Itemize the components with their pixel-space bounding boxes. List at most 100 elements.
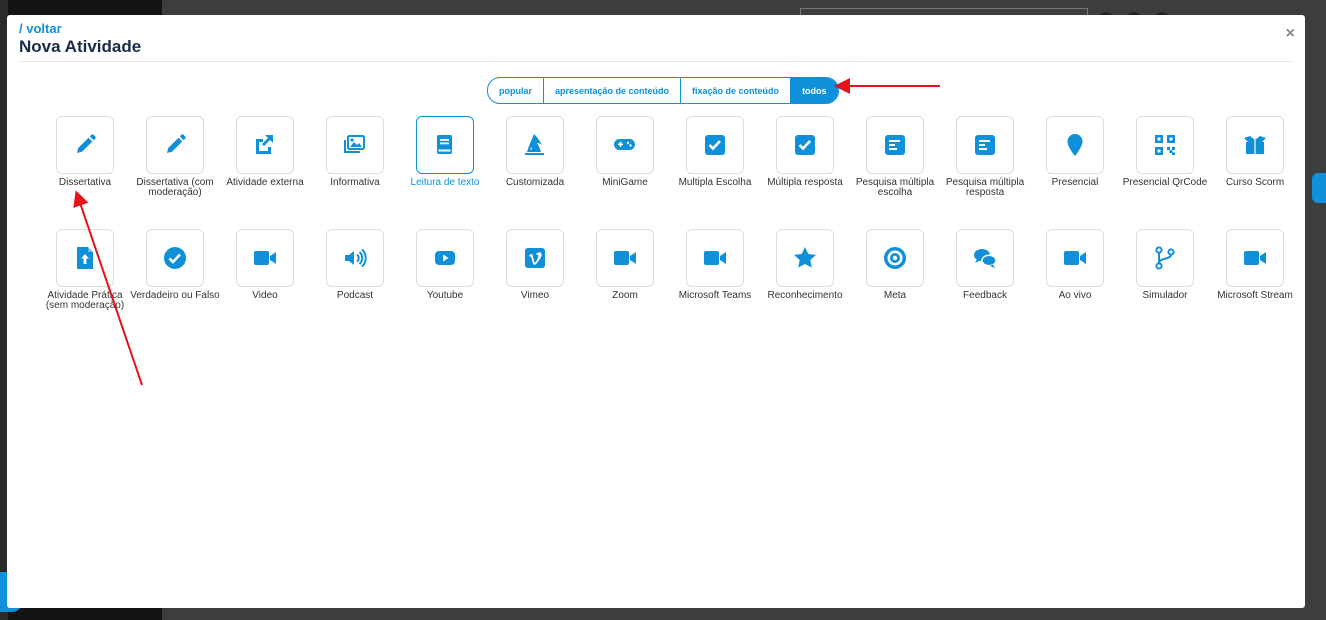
box-open-icon [1244,136,1266,154]
activity-label: Customizada [505,177,565,188]
activity-tile[interactable]: Leitura de texto [400,116,490,229]
activity-icon-box[interactable] [1226,229,1284,287]
star-icon [794,247,816,268]
activity-tile[interactable]: Zoom [580,229,670,342]
activity-icon-box[interactable] [146,229,204,287]
activity-tile[interactable]: Reconhecimento [760,229,850,342]
activity-icon-box[interactable] [776,116,834,174]
activity-icon-box[interactable] [416,116,474,174]
filter-todos[interactable]: todos [791,78,838,103]
activity-tile[interactable]: Múltipla resposta [760,116,850,229]
activity-label: Youtube [426,290,464,301]
video-camera-icon [254,251,276,265]
activity-tile[interactable]: Pesquisa múltipla resposta [940,116,1030,229]
activity-icon-box[interactable] [596,229,654,287]
activity-icon-box[interactable] [506,116,564,174]
activity-tile[interactable]: Informativa [310,116,400,229]
activity-tile[interactable]: Curso Scorm [1210,116,1300,229]
header-divider [18,61,1294,62]
activity-label: MiniGame [602,177,648,188]
activity-icon-box[interactable] [866,229,924,287]
activity-icon-box[interactable] [1046,116,1104,174]
activity-icon-box[interactable] [56,229,114,287]
activity-icon-box[interactable] [236,116,294,174]
activity-icon-box[interactable] [1226,116,1284,174]
activity-icon-box[interactable] [686,116,744,174]
activity-label: Simulador [1142,290,1188,301]
filter-fixacao[interactable]: fixação de conteúdo [681,78,792,103]
activity-icon-box[interactable] [146,116,204,174]
gamepad-icon [614,139,635,150]
activity-tile[interactable]: Podcast [310,229,400,342]
activity-label: Curso Scorm [1225,177,1285,188]
back-link[interactable]: / voltar [19,21,62,36]
poll-icon [975,135,995,155]
activity-icon-box[interactable] [56,116,114,174]
activity-tile[interactable]: Atividade Prática (sem moderação) [40,229,130,342]
activity-icon-box[interactable] [326,116,384,174]
activity-label: Feedback [963,290,1007,301]
activity-icon-box[interactable] [596,116,654,174]
activity-label: Dissertativa [58,177,112,188]
activity-icon-box[interactable] [506,229,564,287]
activity-tile[interactable]: Dissertativa [40,116,130,229]
activity-label: Video [252,290,278,301]
activity-tile[interactable]: Video [220,229,310,342]
new-activity-modal: / voltar Nova Atividade × popular aprese… [7,15,1305,608]
qrcode-icon [1155,135,1175,155]
activity-tile[interactable]: Microsoft Stream [1210,229,1300,342]
activity-tile[interactable]: Customizada [490,116,580,229]
activity-grid: Dissertativa Dissertativa (com moderação)… [40,116,1300,342]
activity-label: Microsoft Stream [1217,290,1293,301]
activity-icon-box[interactable] [776,229,834,287]
activity-label: Informativa [330,177,380,188]
activity-tile[interactable]: Microsoft Teams [670,229,760,342]
filter-popular[interactable]: popular [488,78,544,103]
activity-icon-box[interactable] [866,116,924,174]
close-button[interactable]: × [1286,25,1295,43]
pencil-icon [167,134,186,153]
video-camera-icon [704,251,726,265]
activity-icon-box[interactable] [1136,116,1194,174]
activity-tile[interactable]: Vimeo [490,229,580,342]
activity-label: Atividade Prática (sem moderação) [45,290,125,311]
activity-row: Atividade Prática (sem moderação) Verdade… [40,229,1300,342]
activity-icon-box[interactable] [326,229,384,287]
file-upload-icon [77,247,93,269]
youtube-icon [435,251,455,265]
activity-label: Presencial QrCode [1122,177,1208,188]
activity-label: Ao vivo [1058,290,1092,301]
activity-tile[interactable]: Youtube [400,229,490,342]
activity-icon-box[interactable] [686,229,744,287]
map-marker-icon [1067,134,1083,156]
activity-label: Leitura de texto [410,177,480,188]
activity-tile[interactable]: Ao vivo [1030,229,1120,342]
activity-label: Verdadeiro ou Falso [130,290,220,301]
activity-icon-box[interactable] [416,229,474,287]
code-branch-icon [1155,246,1175,270]
activity-tile[interactable]: Multipla Escolha [670,116,760,229]
activity-label: Vimeo [520,290,550,301]
activity-icon-box[interactable] [236,229,294,287]
comments-icon [974,249,997,268]
activity-tile[interactable]: Atividade externa [220,116,310,229]
accessibility-tab[interactable] [1312,173,1326,203]
pencil-icon [77,134,96,153]
activity-tile[interactable]: Meta [850,229,940,342]
activity-tile[interactable]: Verdadeiro ou Falso [130,229,220,342]
activity-label: Atividade externa [226,177,304,188]
activity-icon-box[interactable] [956,229,1014,287]
activity-icon-box[interactable] [956,116,1014,174]
activity-tile[interactable]: Feedback [940,229,1030,342]
activity-tile[interactable]: Dissertativa (com moderação) [130,116,220,229]
activity-tile[interactable]: Pesquisa múltipla escolha [850,116,940,229]
activity-icon-box[interactable] [1136,229,1194,287]
activity-icon-box[interactable] [1046,229,1104,287]
activity-tile[interactable]: Presencial QrCode [1120,116,1210,229]
activity-tile[interactable]: MiniGame [580,116,670,229]
activity-tile[interactable]: Simulador [1120,229,1210,342]
images-icon [344,135,365,153]
filter-apresentacao[interactable]: apresentação de conteúdo [544,78,682,103]
video-camera-icon [1244,251,1266,265]
activity-tile[interactable]: Presencial [1030,116,1120,229]
